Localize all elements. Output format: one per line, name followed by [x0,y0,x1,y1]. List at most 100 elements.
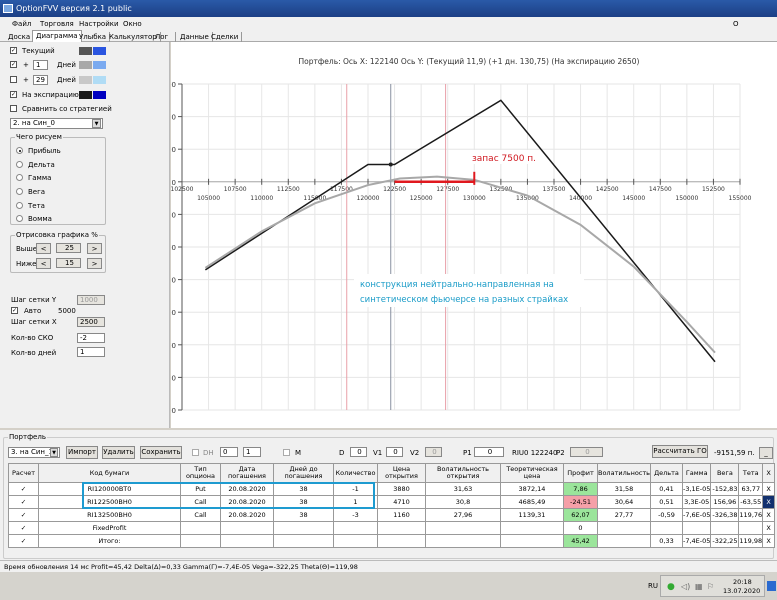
remove-row-button[interactable]: X [762,521,776,535]
current-color-swatch[interactable] [79,47,92,55]
column-header[interactable]: Тип опциона [180,463,221,483]
strategy-select[interactable]: 2. на Син_0 ▼ [10,118,103,129]
device-icon[interactable]: ▦ [695,582,703,591]
p1-input[interactable]: 0 [474,447,504,457]
volume-icon[interactable]: ◁) [681,582,690,591]
payoff-chart[interactable]: Портфель: Ось X: 122140 Ось Y: (Текущий … [151,42,777,428]
column-header[interactable]: Волатильность открытия [425,463,501,483]
column-header[interactable]: Теоретическая цена [500,463,564,483]
dh-spinner-2[interactable]: 1 [243,447,261,457]
above-increase-button[interactable]: > [87,243,102,254]
table-row[interactable]: ✓ FixedProfit 0 X [8,521,776,535]
clock-time[interactable]: 20:18 [733,578,752,586]
plus-days-input-1[interactable]: 1 [33,60,48,70]
column-header[interactable]: Код бумаги [38,463,181,483]
column-header[interactable]: Дней до погашения [273,463,334,483]
v2-input[interactable]: 0 [425,447,442,457]
table-cell: -7,6E-05 [681,508,712,522]
column-header[interactable]: Расчет [8,463,39,483]
language-indicator[interactable]: RU [648,582,658,590]
menu-settings[interactable]: Настройки [79,20,119,28]
current-color-swatch-2[interactable] [93,47,106,55]
table-row[interactable]: ✓ Итого: 45,42 0,33 -7,4E-05 -322,25 119,98 X [8,534,776,548]
below-increase-button[interactable]: > [87,258,102,269]
auto-checkbox[interactable]: ✓ [11,307,18,314]
radio-gamma[interactable] [16,174,23,181]
column-header[interactable]: Тета [738,463,764,483]
expiry-color-swatch[interactable] [79,91,92,99]
show-desktop-button[interactable] [767,581,776,591]
calc-checkbox[interactable]: ✓ [8,495,39,509]
network-icon[interactable]: ● [667,582,675,592]
plus29-checkbox[interactable] [10,76,17,83]
ticker-label: RIU0 122240 [512,449,558,457]
chevron-down-icon[interactable]: ▼ [92,119,101,128]
menu-file[interactable]: Файл [12,20,31,28]
column-header[interactable]: Дата погашения [220,463,274,483]
sko-input[interactable]: -2 [77,333,105,343]
column-header[interactable]: Гамма [681,463,712,483]
tab-smile[interactable]: Улыбка [76,32,111,42]
menu-window[interactable]: Окно [123,20,142,28]
plus29-color-swatch-2[interactable] [93,76,106,84]
column-header[interactable]: Цена открытия [377,463,426,483]
dh-spinner-1[interactable]: 0 [220,447,238,457]
dh-checkbox[interactable] [192,449,199,456]
grid-x-input[interactable]: 2500 [77,317,105,327]
save-button[interactable]: Сохранить [140,446,182,459]
column-header[interactable]: X [762,463,776,483]
calc-checkbox[interactable]: ✓ [8,534,39,548]
tab-log[interactable]: Лог [152,32,176,42]
column-header[interactable]: Вега [710,463,740,483]
clock-date[interactable]: 13.07.2020 [723,587,760,595]
tab-board[interactable]: Доска [5,32,35,42]
plus1-color-swatch-2[interactable] [93,61,106,69]
minimize-button[interactable]: _ [759,447,773,459]
plus29-color-swatch[interactable] [79,76,92,84]
expiry-color-swatch-2[interactable] [93,91,106,99]
flag-icon[interactable]: ⚐ [707,582,714,591]
below-value[interactable]: 15 [56,258,81,268]
import-button[interactable]: Импорт [66,446,98,459]
table-row[interactable]: ✓ RI132500BH0 Call 20.08.2020 38 -3 1160 27,96 1… [8,508,776,522]
plus-days-input-2[interactable]: 29 [33,75,48,85]
above-value[interactable]: 25 [56,243,81,253]
delete-button[interactable]: Удалить [102,446,135,459]
below-decrease-button[interactable]: < [36,258,51,269]
compare-checkbox[interactable] [10,105,17,112]
radio-vega[interactable] [16,188,23,195]
chevron-down-icon[interactable]: ▼ [50,448,58,457]
calc-checkbox[interactable]: ✓ [8,508,39,522]
radio-vomma[interactable] [16,215,23,222]
calc-checkbox[interactable]: ✓ [8,521,39,535]
current-checkbox[interactable]: ✓ [10,47,17,54]
v1-input[interactable]: 0 [386,447,403,457]
column-header[interactable]: Волатильность [597,463,651,483]
menu-trading[interactable]: Торговля [40,20,74,28]
tab-diagram[interactable]: Диаграмма [32,30,82,42]
expiry-checkbox[interactable]: ✓ [10,91,17,98]
remove-row-button[interactable]: X [762,534,776,548]
remove-row-button[interactable]: X [762,482,776,496]
m-checkbox[interactable] [283,449,290,456]
radio-profit[interactable] [16,147,23,154]
tab-deals[interactable]: Сделки [208,32,243,42]
radio-delta[interactable] [16,161,23,168]
p2-input[interactable]: 0 [570,447,603,457]
column-header[interactable]: Дельта [650,463,683,483]
radio-label: Гамма [28,174,52,182]
calculate-margin-button[interactable]: Рассчитать ГО [652,445,708,458]
remove-row-button[interactable]: X [762,495,776,509]
grid-y-input[interactable]: 1000 [77,295,105,305]
calc-checkbox[interactable]: ✓ [8,482,39,496]
plus1-checkbox[interactable]: ✓ [10,61,17,68]
column-header[interactable]: Профит [563,463,598,483]
column-header[interactable]: Количество [333,463,378,483]
plus1-color-swatch[interactable] [79,61,92,69]
days-count-input[interactable]: 1 [77,347,105,357]
d-input[interactable]: 0 [350,447,367,457]
portfolio-select[interactable]: 3. на Син_1 ▼ [8,447,60,458]
above-decrease-button[interactable]: < [36,243,51,254]
remove-row-button[interactable]: X [762,508,776,522]
radio-theta[interactable] [16,202,23,209]
